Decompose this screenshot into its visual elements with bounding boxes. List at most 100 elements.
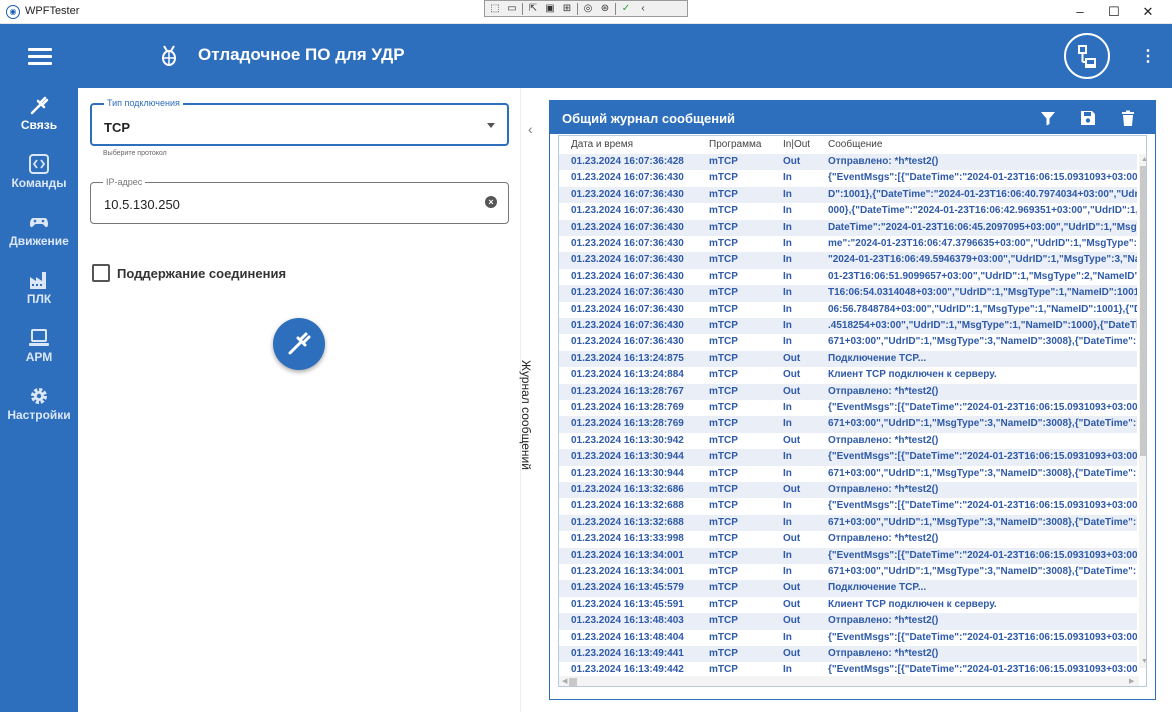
log-row[interactable]: 01.23.2024 16:07:36:430 mTCP In {"EventMsgs… <box>559 170 1137 186</box>
column-header-datetime[interactable]: Дата и время <box>571 139 633 150</box>
log-row[interactable]: 01.23.2024 16:13:24:875 mTCP Out Подключени… <box>559 350 1137 368</box>
nav-item-settings[interactable]: Настройки <box>0 385 78 441</box>
chevron-left-icon[interactable]: ‹ <box>528 121 533 137</box>
column-header-inout[interactable]: In|Out <box>783 139 810 150</box>
log-row[interactable]: 01.23.2024 16:07:36:430 mTCP In 671+03:00",… <box>559 334 1137 350</box>
more-options-button[interactable]: ⋮ <box>1140 48 1156 66</box>
save-icon[interactable] <box>1079 109 1097 127</box>
ip-address-field[interactable]: IP-адрес 10.5.130.250 × <box>90 177 509 224</box>
nav-item-connection[interactable]: Связь <box>0 95 78 151</box>
log-cell-datetime: 01.23.2024 16:13:30:942 <box>571 434 684 446</box>
log-row[interactable]: 01.23.2024 16:13:32:688 mTCP In {"EventMsgs… <box>559 498 1137 514</box>
log-row[interactable]: 01.23.2024 16:07:36:428 mTCP Out Отправлено… <box>559 154 1137 171</box>
log-row[interactable]: 01.23.2024 16:07:36:430 mTCP In T16:06:54.0… <box>559 285 1137 302</box>
log-row[interactable]: 01.23.2024 16:07:36:430 mTCP In DateTime":"… <box>559 219 1137 236</box>
message-log-panel: Общий журнал сообщений Дата и время Прог… <box>549 100 1156 700</box>
log-row[interactable]: 01.23.2024 16:13:34:001 mTCP In {"EventMsgs… <box>559 547 1137 564</box>
log-cell-message: T16:06:54.0314048+03:00","UdrID":1,"MsgT… <box>828 287 1137 299</box>
log-row[interactable]: 01.23.2024 16:07:36:430 mTCP In 06:56.78487… <box>559 302 1137 318</box>
log-cell-inout: Out <box>783 582 801 594</box>
log-cell-message: 01-23T16:06:51.9099657+03:00","UdrID":1,… <box>828 270 1137 282</box>
pointer-icon[interactable]: ⇱ <box>526 3 540 15</box>
log-row[interactable]: 01.23.2024 16:07:36:430 mTCP In me":"2024-0… <box>559 236 1137 252</box>
log-row[interactable]: 01.23.2024 16:13:30:942 mTCP Out Отправлено… <box>559 433 1137 449</box>
scroll-up-icon[interactable]: ▲ <box>1141 156 1146 163</box>
log-row[interactable]: 01.23.2024 16:07:36:430 mTCP In "2024-01-23… <box>559 252 1137 269</box>
log-cell-message: Подключение TCP... <box>828 352 927 364</box>
horizontal-scrollbar[interactable] <box>559 676 1139 686</box>
log-cell-program: mTCP <box>709 320 738 331</box>
camera-icon[interactable]: ▭ <box>505 3 519 15</box>
nav-item-plc[interactable]: ПЛК <box>0 269 78 325</box>
log-row[interactable]: 01.23.2024 16:13:28:767 mTCP Out Отправлено… <box>559 383 1137 400</box>
horizontal-scroll-thumb[interactable] <box>569 678 577 686</box>
log-cell-message: 671+03:00","UdrID":1,"MsgType":3,"NameID… <box>828 516 1137 528</box>
log-cell-inout: Out <box>783 648 801 659</box>
gamepad-icon <box>29 218 49 228</box>
log-row[interactable]: 01.23.2024 16:13:32:688 mTCP In 671+03:00",… <box>559 514 1137 532</box>
log-row[interactable]: 01.23.2024 16:13:49:441 mTCP Out Отправлено… <box>559 646 1137 663</box>
log-row[interactable]: 01.23.2024 16:13:34:001 mTCP In 671+03:00",… <box>559 564 1137 580</box>
scroll-right-icon[interactable]: ▶ <box>1129 677 1134 685</box>
delete-icon[interactable] <box>1119 109 1137 127</box>
log-row[interactable]: 01.23.2024 16:13:45:579 mTCP Out Подключени… <box>559 580 1137 597</box>
keepalive-checkbox[interactable] <box>92 264 110 282</box>
minimize-button[interactable]: – <box>1063 0 1097 24</box>
message-log-tab[interactable]: Журнал сообщений <box>519 360 533 470</box>
filter-icon[interactable] <box>1039 109 1057 127</box>
log-cell-program: mTCP <box>709 188 738 200</box>
nav-item-workstation[interactable]: АРМ <box>0 327 78 383</box>
log-cell-message: {"EventMsgs":[{"DateTime":"2024-01-23T16… <box>828 664 1137 676</box>
clear-icon[interactable]: × <box>485 196 497 208</box>
scroll-left-icon[interactable]: ◀ <box>562 677 567 685</box>
connect-button[interactable] <box>273 318 325 370</box>
log-table[interactable]: Дата и время Программа In|Out Сообщение … <box>558 135 1147 687</box>
log-row[interactable]: 01.23.2024 16:07:36:430 mTCP In 01-23T16:06… <box>559 269 1137 285</box>
log-row[interactable]: 01.23.2024 16:13:33:998 mTCP Out Отправлено… <box>559 531 1137 547</box>
window-title: WPFTester <box>25 5 80 17</box>
connection-type-select[interactable]: Тип подключения TCP <box>90 98 509 146</box>
nav-item-motion[interactable]: Движение <box>0 211 78 267</box>
accessibility-icon[interactable]: ⊛ <box>598 3 612 15</box>
hamburger-menu-button[interactable] <box>28 48 52 66</box>
log-cell-inout: In <box>783 451 792 463</box>
log-row[interactable]: 01.23.2024 16:07:36:430 mTCP In D":1001},{"… <box>559 186 1137 204</box>
log-row[interactable]: 01.23.2024 16:13:32:686 mTCP Out Отправлено… <box>559 482 1137 499</box>
check-icon[interactable]: ✓ <box>619 3 633 15</box>
log-row[interactable]: 01.23.2024 16:07:36:430 mTCP In .4518254+03… <box>559 318 1137 335</box>
app-window: ◉ WPFTester ⬚ ▭ ⇱ ▣ ⊞ ◎ ⊛ ✓ ‹ – ☐ ✕ Отла… <box>0 0 1172 712</box>
close-button[interactable]: ✕ <box>1131 0 1165 24</box>
vertical-scroll-thumb[interactable] <box>1140 166 1146 456</box>
network-connection-button[interactable] <box>1064 33 1110 79</box>
log-cell-message: Клиент TCP подключен к серверу. <box>828 369 997 381</box>
select-icon[interactable]: ⬚ <box>488 3 502 15</box>
box-icon[interactable]: ▣ <box>543 3 557 15</box>
log-row[interactable]: 01.23.2024 16:13:28:769 mTCP In 671+03:00",… <box>559 416 1137 433</box>
nav-item-commands[interactable]: Команды <box>0 153 78 209</box>
log-cell-datetime: 01.23.2024 16:13:28:767 <box>571 385 684 397</box>
scroll-down-icon[interactable]: ▼ <box>1141 658 1146 665</box>
log-row[interactable]: 01.23.2024 16:13:28:769 mTCP In {"EventMsgs… <box>559 400 1137 416</box>
log-cell-datetime: 01.23.2024 16:13:34:001 <box>571 566 684 577</box>
column-header-program[interactable]: Программа <box>709 139 761 150</box>
log-cell-program: mTCP <box>709 533 738 545</box>
log-cell-message: {"EventMsgs":[{"DateTime":"2024-01-23T16… <box>828 172 1137 184</box>
debug-toolbar: ⬚ ▭ ⇱ ▣ ⊞ ◎ ⊛ ✓ ‹ <box>484 0 688 17</box>
log-row[interactable]: 01.23.2024 16:13:45:591 mTCP Out Клиент TCP… <box>559 597 1137 613</box>
log-cell-inout: Out <box>783 598 801 610</box>
log-row[interactable]: 01.23.2024 16:13:48:403 mTCP Out Отправлено… <box>559 613 1137 630</box>
log-cell-program: mTCP <box>709 402 738 413</box>
log-row[interactable]: 01.23.2024 16:13:30:944 mTCP In {"EventMsgs… <box>559 449 1137 466</box>
log-row[interactable]: 01.23.2024 16:07:36:430 mTCP In 000},{"Date… <box>559 203 1137 219</box>
column-header-message[interactable]: Сообщение <box>828 139 882 150</box>
log-row[interactable]: 01.23.2024 16:13:24:884 mTCP Out Клиент TCP… <box>559 367 1137 383</box>
layout-icon[interactable]: ⊞ <box>560 3 574 15</box>
log-row[interactable]: 01.23.2024 16:13:48:404 mTCP In {"EventMsgs… <box>559 630 1137 646</box>
log-cell-program: mTCP <box>709 336 738 348</box>
track-icon[interactable]: ◎ <box>581 3 595 15</box>
log-cell-message: me":"2024-01-23T16:06:47.3796635+03:00",… <box>828 238 1137 249</box>
maximize-button[interactable]: ☐ <box>1097 0 1131 24</box>
log-row[interactable]: 01.23.2024 16:13:30:944 mTCP In 671+03:00",… <box>559 466 1137 482</box>
log-cell-inout: Out <box>783 615 801 627</box>
collapse-icon[interactable]: ‹ <box>636 3 650 15</box>
